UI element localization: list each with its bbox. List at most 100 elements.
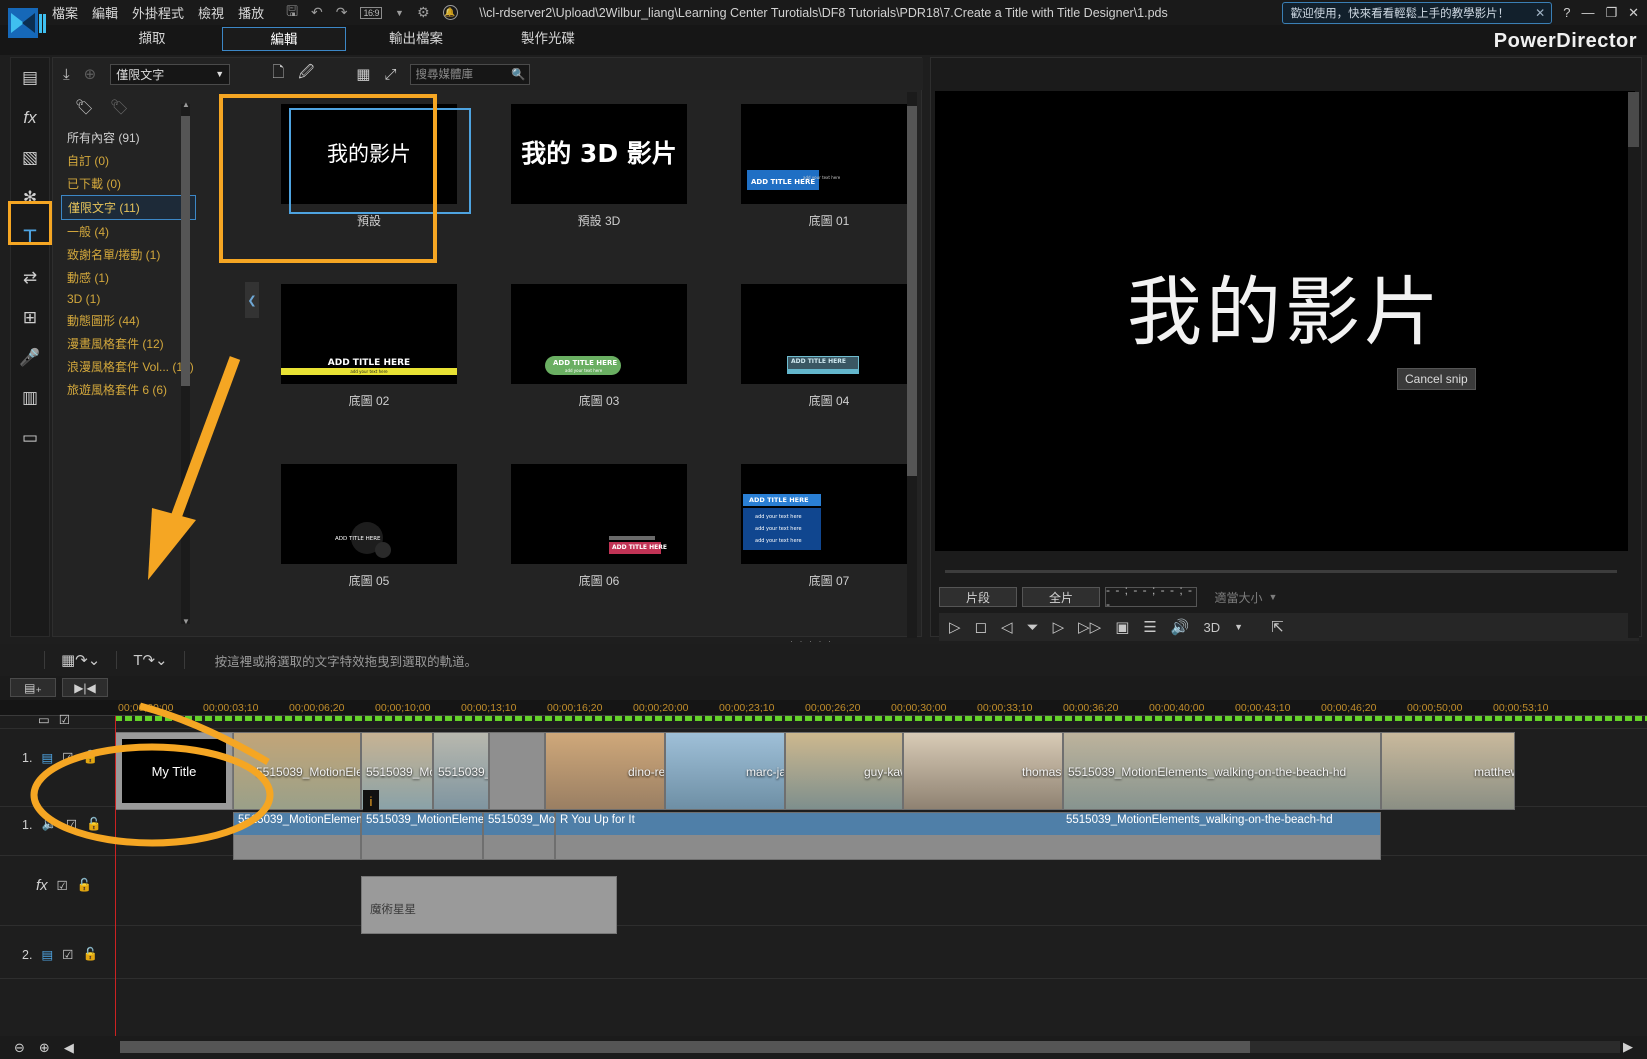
scroll-left-button[interactable]: ◀ [64,1040,74,1056]
new-title-icon[interactable]: 🗋 [272,62,284,87]
template-cell-lower3rd-02[interactable]: ADD TITLE HERE add your text here 底圖 02 [281,284,457,409]
tab-edit[interactable]: 編輯 [222,27,346,51]
preview-scrubber[interactable] [945,570,1617,573]
fx-track-lock-icon[interactable]: 🔓 [77,878,93,893]
redo-icon[interactable]: ↷ [336,4,348,21]
audio-clip[interactable]: R You Up for It 5515039_MotionElements_w… [555,812,1381,860]
timeline-clip[interactable] [489,732,545,810]
sidebar-item-voice-over-room[interactable]: 🎤 [11,338,49,378]
master-track-icon[interactable]: ▭ [38,712,50,727]
menu-item-file[interactable]: 檔案 [52,3,78,22]
sidebar-item-pip-room[interactable]: ▧ [11,138,49,178]
category-downloaded[interactable]: 已下載 (0) [61,172,196,195]
category-scrollbar[interactable]: ▲ ▼ [181,104,190,624]
save-icon[interactable]: 🖫 [286,1,298,25]
snapshot-button[interactable]: ▣ [1115,618,1129,636]
sidebar-item-effect-room[interactable]: fx [11,98,49,138]
video-track-lock-icon[interactable]: 🔓 [82,750,98,765]
add-track-icon[interactable]: ▤₊ [10,678,56,697]
download-icon[interactable]: ⊕ [84,65,97,83]
category-motion-graphics[interactable]: 動態圖形 (44) [61,309,196,332]
fx-track-enable-checkbox[interactable]: ☑ [57,878,68,893]
gear-icon[interactable]: ⚙ [417,4,430,21]
library-filter-select[interactable]: 僅限文字 ▼ [110,64,230,85]
fast-forward-button[interactable]: ▷▷ [1078,618,1101,636]
sidebar-item-transition-room[interactable]: ⇄ [11,258,49,298]
text-transition-icon[interactable]: T↷⌄ [133,651,167,669]
timeline-clip[interactable]: thomas [903,732,1063,810]
timeline-clip[interactable]: guy-kaw [785,732,903,810]
stop-button[interactable]: ◻ [975,618,987,636]
category-motion[interactable]: 動感 (1) [61,266,196,289]
template-cell-default-3d[interactable]: 我的 3D 影片 預設 3D [511,104,687,229]
audio-track-enable-checkbox[interactable]: ☑ [66,817,77,832]
search-icon[interactable]: 🔍 [511,67,525,81]
tab-capture[interactable]: 擷取 [90,27,214,51]
video2-track-icon[interactable]: ▤ [41,947,53,962]
video2-track-lock-icon[interactable]: 🔓 [82,947,98,962]
scroll-up-icon[interactable]: ▲ [182,100,190,109]
menu-item-plugins[interactable]: 外掛程式 [132,3,184,22]
template-cell-lower3rd-04[interactable]: ADD TITLE HERE 底圖 04 [741,284,915,409]
template-cell-lower3rd-01[interactable]: ADD TITLE HERE add your text here 底圖 01 [741,104,915,229]
title-clip[interactable]: My Title [115,732,233,810]
preview-scrollbar[interactable] [1628,92,1639,638]
video-track-lane[interactable]: My Title My Tit 5515039_MotionElements 5… [115,732,1647,810]
category-custom[interactable]: 自訂 (0) [61,149,196,172]
zoom-out-button[interactable]: ⊖ [14,1040,25,1056]
clip-mode-button[interactable]: 片段 [939,587,1017,607]
sidebar-item-subtitle-room[interactable]: ▭ [11,418,49,458]
cancel-snip-tooltip[interactable]: Cancel snip [1397,368,1476,390]
expand-icon[interactable]: ⤢ [384,66,396,83]
undo-icon[interactable]: ↶ [311,4,323,21]
video2-track-enable-checkbox[interactable]: ☑ [62,947,73,962]
category-credits[interactable]: 致謝名單/捲動 (1) [61,243,196,266]
timeline-clip[interactable]: marc-ja [665,732,785,810]
timeline-clip[interactable]: My Tit 5515039_MotionElements [233,732,361,810]
chevron-down-icon[interactable]: ▼ [395,8,404,18]
grid-view-icon[interactable]: ▦ [356,65,370,83]
scroll-down-icon[interactable]: ▼ [182,617,190,626]
promo-banner[interactable]: 歡迎使用，快來看看輕鬆上手的教學影片！ ✕ [1282,2,1553,24]
search-input[interactable]: 搜尋媒體庫 🔍 [410,64,530,85]
preview-timecode[interactable]: - - ; - - ; - - ; - - [1105,587,1197,607]
step-marker-button[interactable]: ⏷ [1027,619,1039,636]
template-grid-scrollbar[interactable] [907,92,917,638]
popout-button[interactable]: ⇱ [1271,618,1284,636]
help-button[interactable]: ? [1563,5,1570,20]
timeline-playhead[interactable] [115,716,116,1036]
timeline-clip[interactable]: dino-rei [545,732,665,810]
audio-track-lock-icon[interactable]: 🔓 [86,817,102,832]
play-button[interactable]: ▷ [949,618,961,636]
edit-title-icon[interactable]: 🖉 [298,62,314,87]
maximize-button[interactable]: ❐ [1605,5,1617,21]
minimize-button[interactable]: ― [1581,5,1594,20]
template-cell-lower3rd-07[interactable]: ADD TITLE HERE add your text here add yo… [741,464,915,589]
aspect-ratio-selector[interactable]: 16:9 [360,7,382,19]
movie-mode-button[interactable]: 全片 [1022,587,1100,607]
close-icon[interactable]: ✕ [1535,6,1545,20]
category-all[interactable]: 所有內容 (91) [61,126,196,149]
preview-video[interactable]: 我的影片 Cancel snip [935,91,1635,551]
import-icon[interactable]: ⤓ [63,66,70,83]
timeline-horizontal-scrollbar[interactable] [120,1041,1620,1053]
timeline-clip[interactable]: 5515039_Moti [433,732,489,810]
fit-size-select[interactable]: 適當大小 ▼ [1202,587,1290,607]
tab-create-disc[interactable]: 製作光碟 [486,27,610,51]
sync-icon[interactable]: ▶|◀ [62,678,108,697]
audio-clip[interactable]: 5515039_MotionElement [233,812,361,860]
sidebar-item-audio-mixing-room[interactable]: ⊞ [11,298,49,338]
category-romance-pack[interactable]: 浪漫風格套件 Vol... (12) [61,355,196,378]
timeline-ruler[interactable]: 00;00;00;00 00;00;03;10 00;00;06;20 00;0… [0,700,1647,716]
category-general[interactable]: 一般 (4) [61,220,196,243]
template-cell-lower3rd-03[interactable]: ADD TITLE HERE add your text here 底圖 03 [511,284,687,409]
video-track-icon[interactable]: ▤ [41,750,53,765]
audio-clip[interactable]: 5515039_Moti [483,812,555,860]
tab-produce[interactable]: 輸出檔案 [354,27,478,51]
audio-track-lane[interactable]: 5515039_MotionElement 5515039_MotionElem… [115,812,1647,860]
playback-list-button[interactable]: ☰ [1143,618,1156,636]
three-d-button[interactable]: 3D [1204,620,1221,635]
menu-item-playback[interactable]: 播放 [238,3,264,22]
category-travel-pack[interactable]: 旅遊風格套件 6 (6) [61,378,196,401]
master-enable-checkbox[interactable]: ☑ [59,712,70,727]
